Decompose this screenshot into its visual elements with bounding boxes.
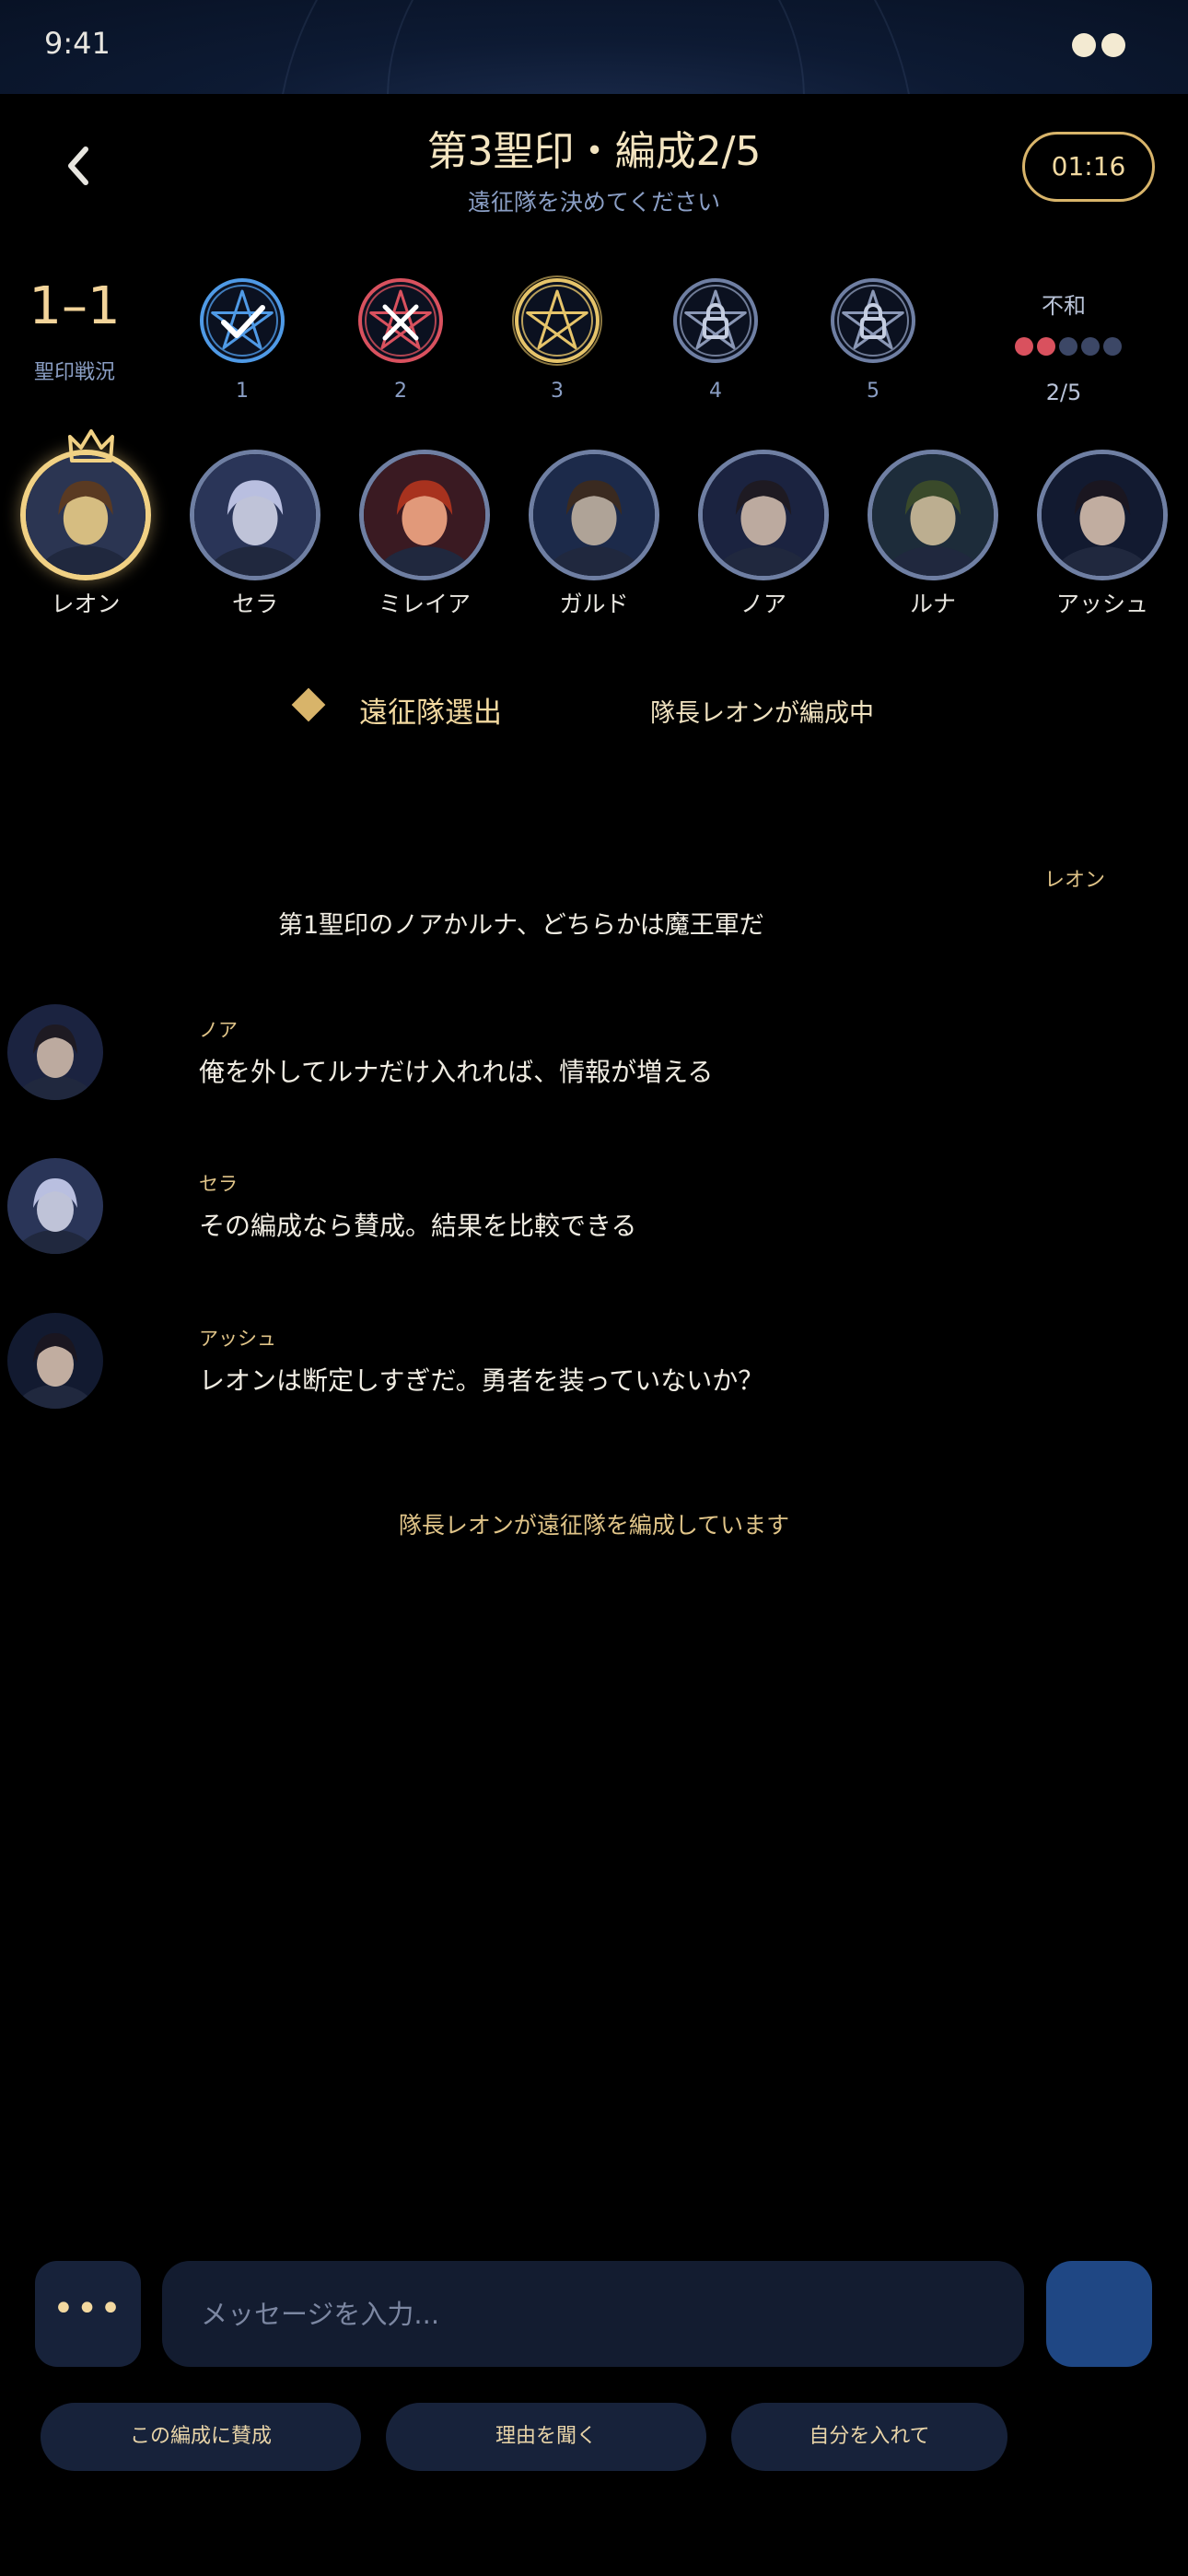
discord-pip-empty	[1081, 337, 1100, 356]
quick-reply-approve[interactable]: この編成に賛成	[41, 2403, 361, 2471]
seal-number: 2	[394, 380, 407, 403]
seal-2-icon	[358, 278, 443, 363]
avatar	[190, 450, 320, 580]
quick-reply-include-me[interactable]: 自分を入れて	[731, 2403, 1007, 2471]
chat-text: 俺を外してルナだけ入れれば、情報が増える	[199, 1057, 714, 1087]
countdown-timer: 01:16	[1022, 132, 1155, 202]
avatar	[529, 450, 659, 580]
avatar[interactable]	[7, 1313, 103, 1409]
page-subtitle: 遠征隊を決めてください	[467, 189, 721, 216]
diamond-icon	[291, 687, 326, 722]
chat-text: その編成なら賛成。結果を比較できる	[199, 1211, 637, 1241]
seal-2[interactable]	[355, 275, 447, 367]
status-indicator	[1072, 33, 1125, 57]
seal-number: 4	[709, 380, 722, 403]
quick-reply-ask-reason[interactable]: 理由を聞く	[386, 2403, 706, 2471]
discord-pip-filled	[1015, 337, 1033, 356]
chat-sender: ノア	[199, 1019, 238, 1041]
member-1[interactable]: レオン	[15, 429, 157, 619]
member-4[interactable]: ガルド	[523, 450, 665, 619]
seal-score: 1–1	[29, 276, 121, 336]
status-time: 9:41	[44, 26, 111, 61]
seal-5[interactable]	[827, 275, 919, 367]
member-name: ルナ	[909, 591, 956, 617]
seal-1-icon	[200, 278, 285, 363]
avatar	[868, 450, 998, 580]
seal-1[interactable]	[196, 275, 288, 367]
send-button[interactable]	[1046, 2261, 1152, 2367]
member-name: ガルド	[559, 591, 629, 617]
member-3[interactable]: ミレイア	[354, 450, 495, 619]
seal-4-icon	[673, 278, 758, 363]
leader-message-sender: レオン	[1043, 869, 1105, 892]
seal-number: 3	[551, 380, 564, 403]
seal-number: 5	[867, 380, 879, 403]
system-message: 隊長レオンが遠征隊を編成しています	[398, 1512, 790, 1539]
avatar[interactable]	[7, 1158, 103, 1254]
member-name: レオン	[51, 591, 121, 617]
chat-sender: アッシュ	[199, 1328, 276, 1350]
discord-meter	[1015, 337, 1122, 356]
avatar	[359, 450, 490, 580]
seal-3-icon	[512, 275, 602, 366]
member-name: アッシュ	[1055, 591, 1148, 617]
crown-icon	[68, 429, 114, 463]
member-name: ミレイア	[378, 591, 471, 617]
chat-text: レオンは断定しすぎだ。勇者を装っていないか？	[199, 1365, 764, 1396]
status-bar: 9:41	[0, 0, 1188, 94]
member-6[interactable]: ルナ	[862, 450, 1004, 619]
phase-status: 隊長レオンが編成中	[650, 699, 874, 728]
message-input[interactable]	[162, 2261, 1024, 2367]
member-name: セラ	[231, 591, 278, 617]
seal-5-icon	[831, 278, 915, 363]
page-title: 第3聖印・編成2/5	[426, 128, 762, 175]
seal-4[interactable]	[670, 275, 762, 367]
discord-pip-empty	[1059, 337, 1077, 356]
phase-label: 遠征隊選出	[359, 697, 502, 730]
avatar	[20, 450, 151, 580]
member-2[interactable]: セラ	[184, 450, 326, 619]
member-7[interactable]: アッシュ	[1031, 450, 1173, 619]
more-options-button[interactable]: •••	[35, 2261, 141, 2367]
chat-sender: セラ	[199, 1173, 238, 1195]
seal-number: 1	[236, 380, 249, 403]
seal-score-label: 聖印戦況	[33, 361, 115, 384]
member-5[interactable]: ノア	[693, 450, 834, 619]
avatar	[1037, 450, 1168, 580]
discord-count: 2/5	[1045, 380, 1082, 405]
seal-3[interactable]	[511, 275, 603, 367]
discord-label: 不和	[1042, 293, 1086, 319]
avatar[interactable]	[7, 1004, 103, 1100]
discord-pip-filled	[1037, 337, 1055, 356]
avatar	[698, 450, 829, 580]
member-name: ノア	[740, 591, 786, 617]
leader-message-text: 第1聖印のノアかルナ、どちらかは魔王軍だ	[278, 911, 764, 940]
discord-pip-empty	[1103, 337, 1122, 356]
